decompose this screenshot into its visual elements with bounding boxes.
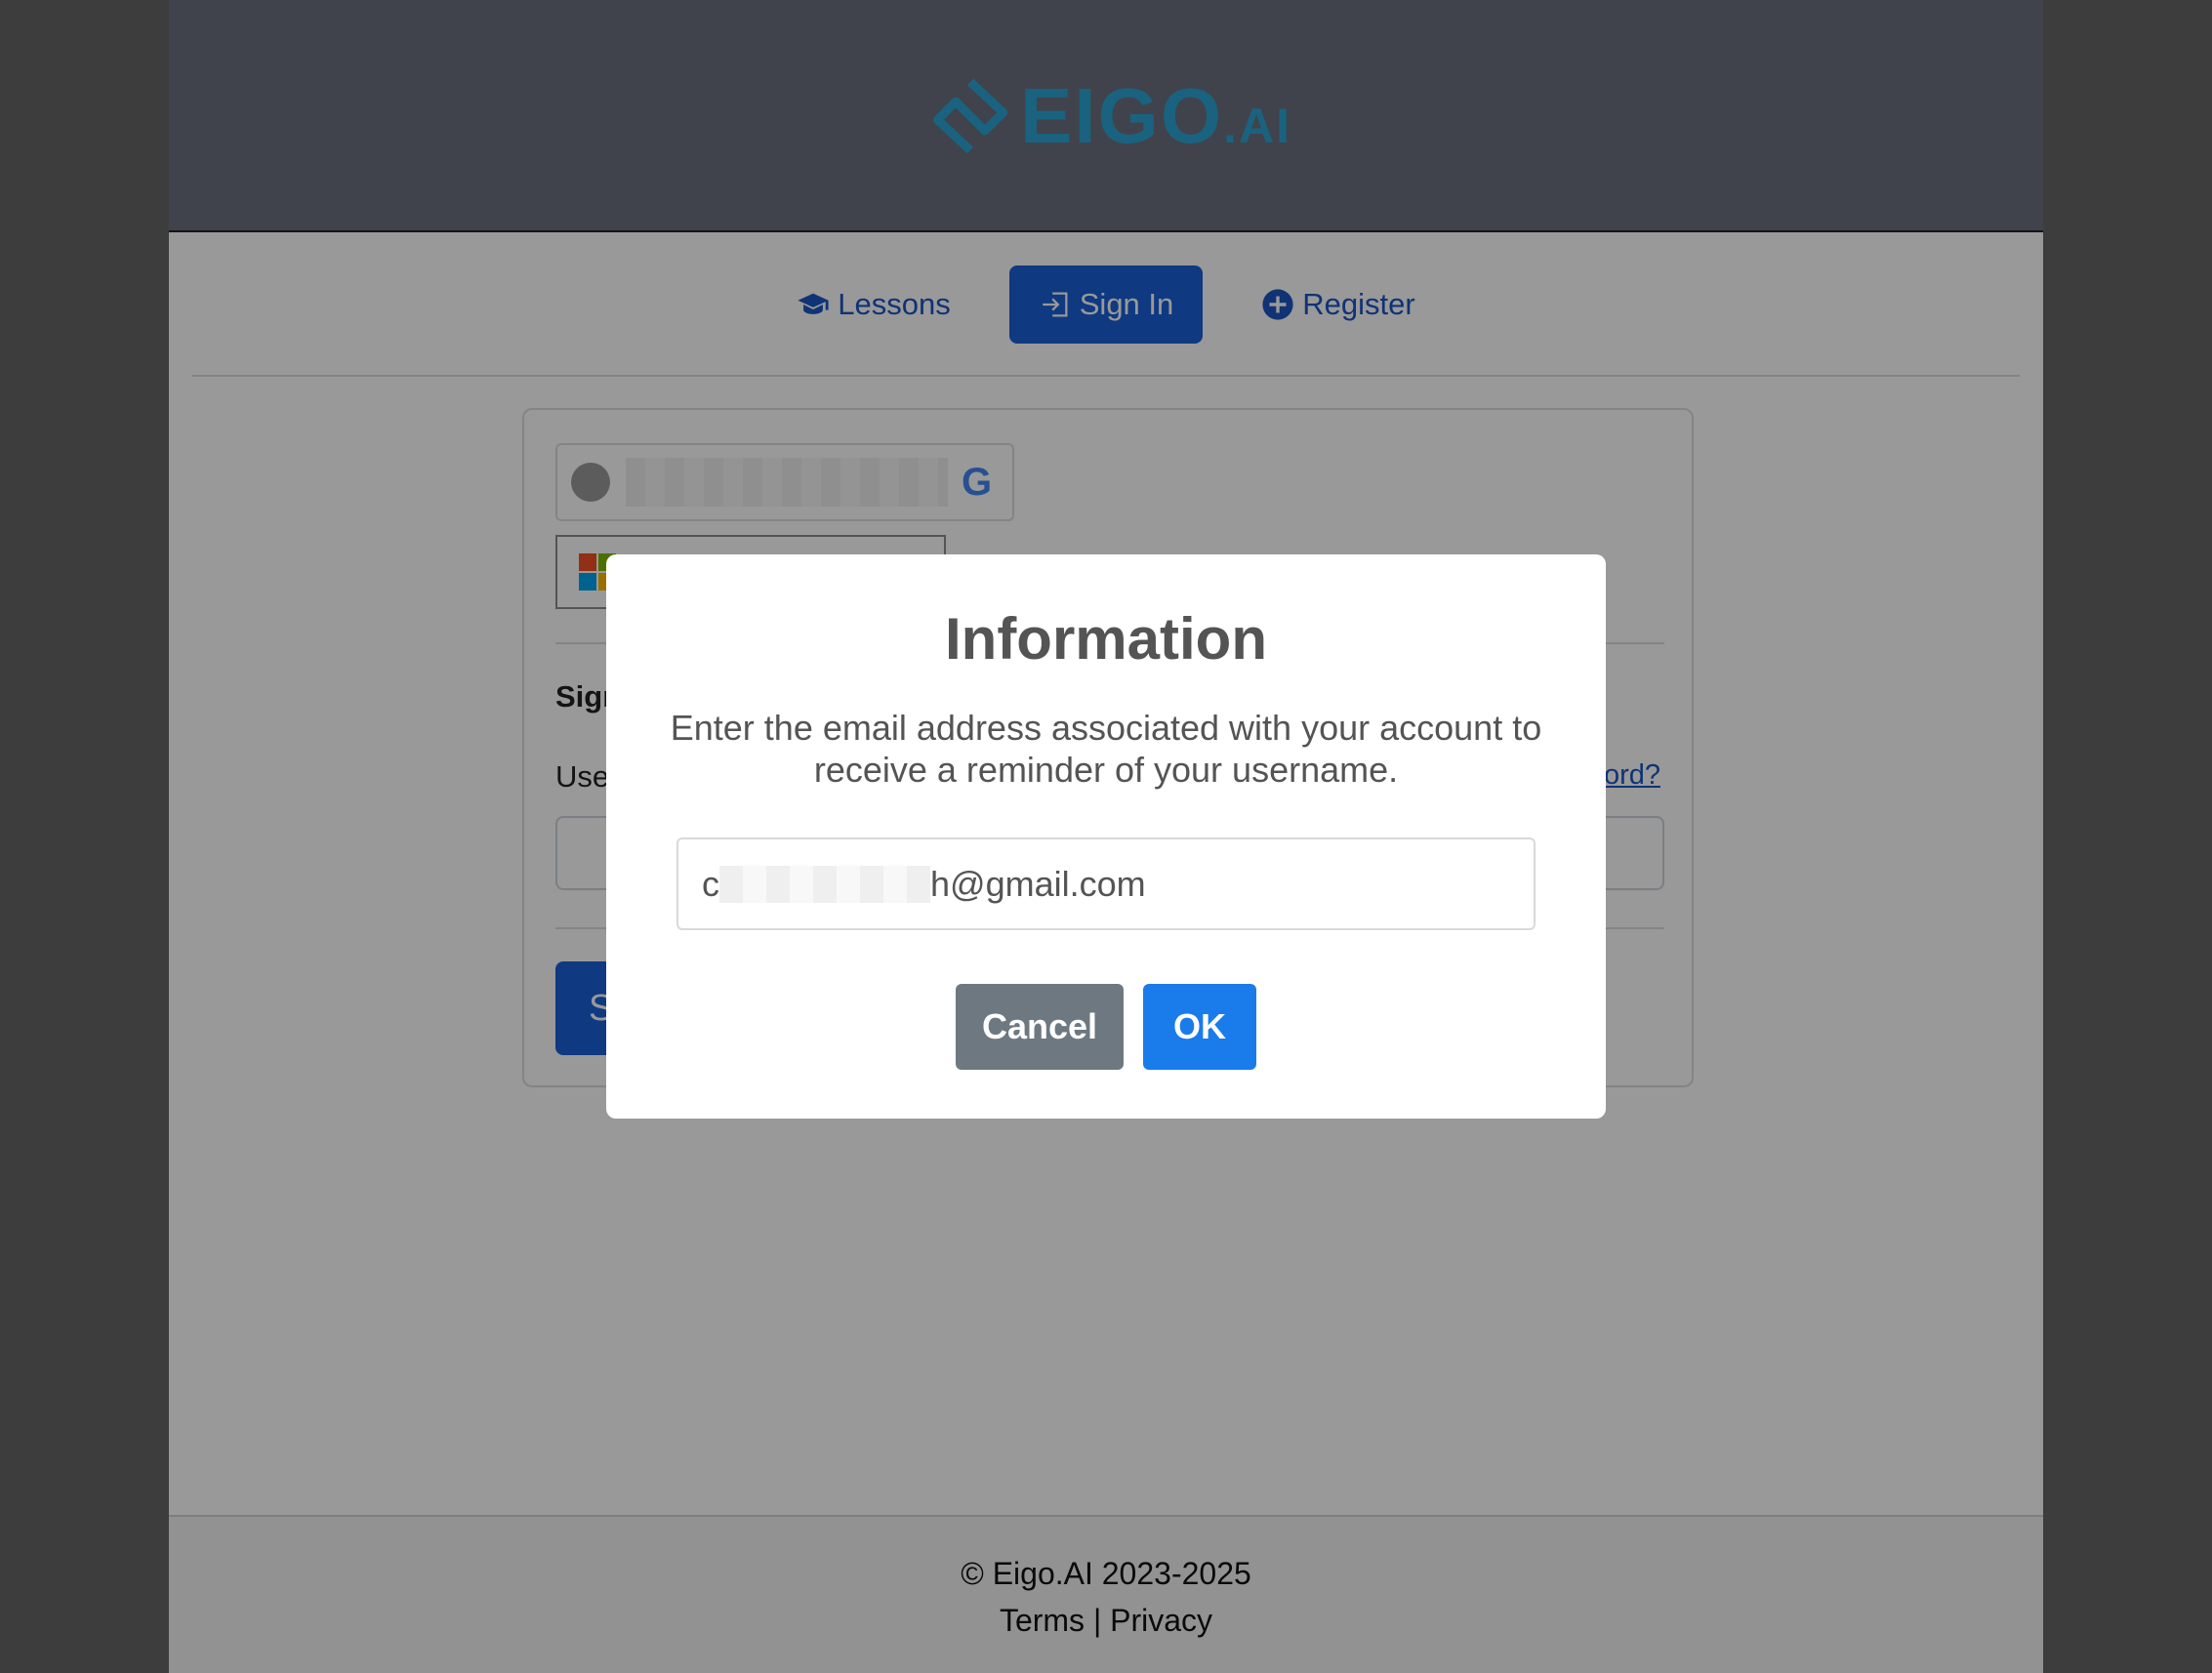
redacted-email-part — [719, 865, 930, 903]
ok-button[interactable]: OK — [1143, 984, 1256, 1070]
dialog-message: Enter the email address associated with … — [670, 708, 1542, 790]
dialog-actions: Cancel OK — [606, 984, 1606, 1070]
email-field[interactable]: c h@gmail.com — [676, 837, 1536, 930]
cancel-button[interactable]: Cancel — [956, 984, 1124, 1070]
information-dialog: Information Enter the email address asso… — [606, 554, 1606, 1119]
email-suffix: h@gmail.com — [930, 863, 1146, 904]
email-prefix: c — [702, 863, 719, 904]
dialog-title: Information — [945, 606, 1267, 672]
